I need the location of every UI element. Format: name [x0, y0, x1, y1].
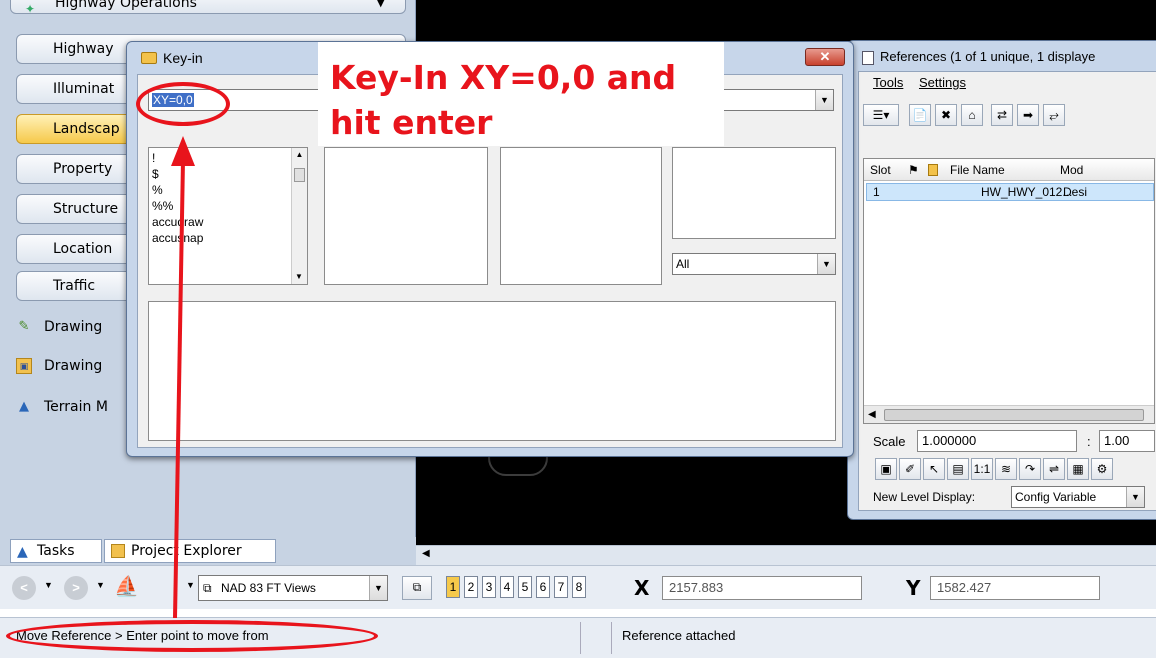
annotation-arrow [171, 136, 195, 619]
arrow-shaft [173, 159, 185, 619]
arrow-head [171, 136, 195, 166]
